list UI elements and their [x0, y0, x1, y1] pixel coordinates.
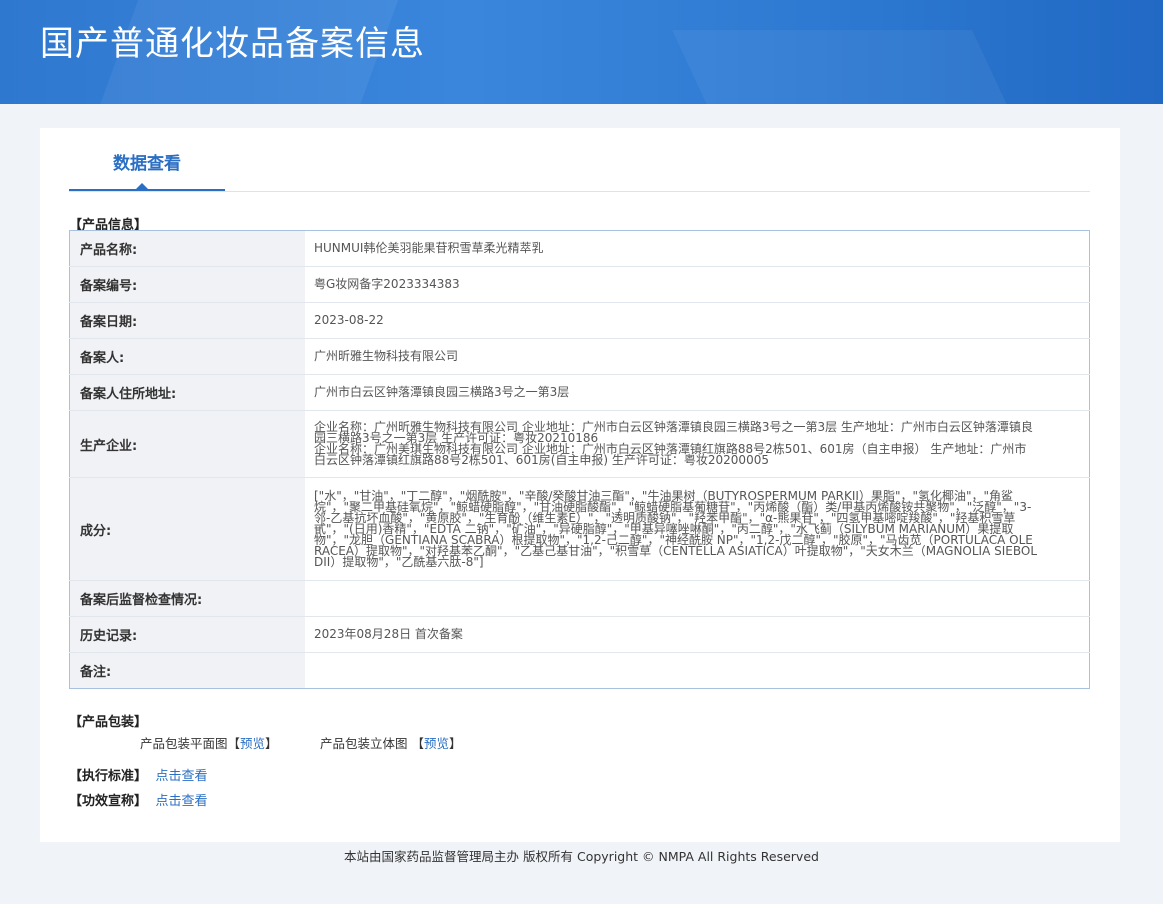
row-value: ["水"，"甘油"，"丁二醇"，"烟酰胺"，"辛酸/癸酸甘油三酯"，"牛油果树（…: [305, 477, 1090, 581]
content-panel: 数据查看 【产品信息】 产品名称: HUNMUI韩伦美羽能果苷积雪草柔光精萃乳 …: [40, 128, 1120, 842]
row-label: 备注:: [69, 652, 305, 689]
header-banner: 国产普通化妆品备案信息: [0, 0, 1163, 104]
bracket-open: 【: [411, 736, 425, 751]
row-value: 广州市白云区钟落潭镇良园三横路3号之一第3层: [305, 374, 1090, 411]
preview-stereo-link[interactable]: 预览: [424, 736, 449, 751]
row-label: 备案编号:: [69, 266, 305, 303]
table-row: 备注:: [69, 652, 1090, 689]
footer-copyright: 本站由国家药品监督管理局主办 版权所有 Copyright © NMPA All…: [344, 849, 819, 864]
page-title: 国产普通化妆品备案信息: [40, 24, 425, 64]
package-flat-label: 产品包装平面图: [140, 736, 228, 751]
row-value: 2023年08月28日 首次备案: [305, 616, 1090, 653]
preview-flat-link[interactable]: 预览: [240, 736, 265, 751]
row-label: 产品名称:: [69, 230, 305, 267]
standard-label: 【执行标准】: [69, 769, 148, 784]
row-value: [305, 653, 1090, 689]
product-info-table: 产品名称: HUNMUI韩伦美羽能果苷积雪草柔光精萃乳 备案编号: 粤G妆网备字…: [69, 230, 1090, 689]
row-label: 备案后监督检查情况:: [69, 580, 305, 617]
standard-view-link[interactable]: 点击查看: [156, 769, 208, 784]
row-label: 历史记录:: [69, 616, 305, 653]
table-row: 产品名称: HUNMUI韩伦美羽能果苷积雪草柔光精萃乳: [69, 230, 1090, 267]
package-flat-item: 产品包装平面图【预览】: [140, 733, 278, 752]
row-value: [305, 580, 1090, 617]
efficacy-label: 【功效宣称】: [69, 794, 148, 809]
table-row: 历史记录: 2023年08月28日 首次备案: [69, 616, 1090, 653]
tab-bar: 数据查看: [69, 128, 1090, 192]
banner-decoration: [672, 30, 1028, 104]
package-stereo-label: 产品包装立体图: [320, 736, 408, 751]
package-stereo-item: 产品包装立体图 【预览】: [320, 733, 462, 752]
bracket-close: 】: [265, 736, 278, 751]
tab-indicator-arrow: [136, 183, 148, 189]
row-label: 成分:: [69, 477, 305, 581]
table-row: 备案日期: 2023-08-22: [69, 302, 1090, 339]
row-value: 企业名称：广州昕雅生物科技有限公司 企业地址：广州市白云区钟落潭镇良园三横路3号…: [305, 410, 1090, 478]
table-row: 备案后监督检查情况:: [69, 580, 1090, 617]
row-value: 2023-08-22: [305, 302, 1090, 339]
table-row: 备案人: 广州昕雅生物科技有限公司: [69, 338, 1090, 375]
bracket-close: 】: [449, 736, 462, 751]
standard-row: 【执行标准】 点击查看: [69, 765, 208, 784]
row-value: 粤G妆网备字2023334383: [305, 266, 1090, 303]
table-row: 备案编号: 粤G妆网备字2023334383: [69, 266, 1090, 303]
table-row: 成分: ["水"，"甘油"，"丁二醇"，"烟酰胺"，"辛酸/癸酸甘油三酯"，"牛…: [69, 477, 1090, 581]
row-label: 备案人:: [69, 338, 305, 375]
row-value: HUNMUI韩伦美羽能果苷积雪草柔光精萃乳: [305, 230, 1090, 267]
efficacy-view-link[interactable]: 点击查看: [156, 794, 208, 809]
bracket-open: 【: [227, 736, 241, 751]
row-label: 备案日期:: [69, 302, 305, 339]
efficacy-row: 【功效宣称】 点击查看: [69, 790, 208, 809]
table-row: 备案人住所地址: 广州市白云区钟落潭镇良园三横路3号之一第3层: [69, 374, 1090, 411]
tab-data-view[interactable]: 数据查看: [69, 128, 225, 191]
row-value: 广州昕雅生物科技有限公司: [305, 338, 1090, 375]
tab-label: 数据查看: [113, 154, 181, 174]
row-label: 生产企业:: [69, 410, 305, 478]
row-label: 备案人住所地址:: [69, 374, 305, 411]
packaging-heading: 【产品包装】: [69, 715, 148, 730]
table-row: 生产企业: 企业名称：广州昕雅生物科技有限公司 企业地址：广州市白云区钟落潭镇良…: [69, 410, 1090, 478]
